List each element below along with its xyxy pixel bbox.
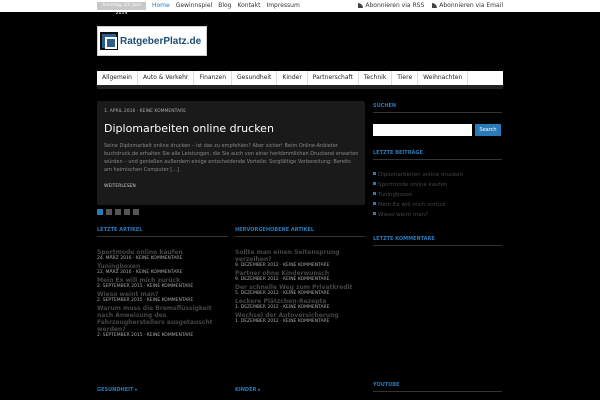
rss-icon [358,2,364,8]
topnav-kontakt[interactable]: Kontakt [237,0,260,12]
list-item: Wechsel der Autoversicherung 1. DEZEMBER… [235,312,365,324]
sidebar-post-link[interactable]: Mein Ex will mich zurück [373,202,446,208]
post-title[interactable]: Leckere Plätzchen-Rezepte [235,298,365,305]
slider-pagination [97,209,139,215]
post-meta: 2. SEPTEMBER 2015 · KEINE KOMMENTARE [97,284,194,289]
bullet-icon [373,182,376,185]
topnav-blog[interactable]: Blog [218,0,231,12]
post-title[interactable]: Tuningboxen [97,263,228,270]
post-title[interactable]: Sportmode online kaufen [97,249,228,256]
list-item: Mein Ex will mich zurück 2. SEPTEMBER 20… [97,277,228,289]
slider-dot[interactable] [133,209,139,215]
topnav-impressum[interactable]: Impressum [266,0,299,12]
post-title[interactable]: Sollte man einen Seitensprung verzeihen? [235,249,365,263]
top-bar: Sonntag, 23. Juni 2019 Home Gewinnspiel … [0,0,600,16]
list-item: Der schnelle Weg zum Privatkredit 5. DEZ… [235,284,365,296]
divider [373,391,502,392]
search-input[interactable] [373,124,472,136]
site-logo[interactable]: RatgeberPlatz.de [97,26,207,56]
list-item: Warum muss die Bremsflüssigkeit nach Anw… [97,305,228,338]
top-nav: Home Gewinnspiel Blog Kontakt Impressum [152,0,300,12]
featured-articles-heading: HERVORGEHOBENE ARTIKEL [235,227,315,233]
gesundheit-heading[interactable]: GESUNDHEIT ▸ [97,387,138,393]
post-meta: 1. DEZEMBER 2012 · KEINE KOMMENTARE [235,319,330,324]
featured-articles-list: Sollte man einen Seitensprung verzeihen?… [235,249,365,326]
sidebar-post-link[interactable]: Sportmode online kaufen [373,182,447,188]
divider [97,236,228,237]
youtube-heading: YOUTUBE [373,382,400,388]
nav-item-tiere[interactable]: Tiere [392,71,419,85]
post-meta: 2. SEPTEMBER 2015 · KEINE KOMMENTARE [97,298,194,303]
search-heading: SUCHEN [373,103,397,109]
logo-text: RatgeberPlatz.de [120,35,202,47]
post-meta: 24. MÄRZ 2016 · KEINE KOMMENTARE [97,256,183,261]
post-meta: 9. DEZEMBER 2012 · KEINE KOMMENTARE [235,277,330,282]
nav-item-auto-verkehr[interactable]: Auto & Verkehr [138,71,195,85]
rss-subscribe-link[interactable]: Abonnieren via RSS [358,0,424,12]
divider [235,236,365,237]
nav-item-technik[interactable]: Technik [359,71,393,85]
logo-icon [100,32,118,50]
divider [373,159,502,160]
feature-excerpt: Seine Diplomarbeit online drucken – ist … [104,143,359,173]
slider-dot[interactable] [115,209,121,215]
bullet-icon [373,212,376,215]
post-title[interactable]: Der schnelle Weg zum Privatkredit [235,284,365,291]
date-badge: Sonntag, 23. Juni 2019 [97,2,146,16]
latest-articles-heading: LETZTE ARTIKEL [97,227,143,233]
slider-dot[interactable] [124,209,130,215]
post-meta: 1. DEZEMBER 2012 · KEINE KOMMENTARE [235,305,330,310]
list-item: Partner ohne Kinderwunsch 9. DEZEMBER 20… [235,270,365,282]
feature-title[interactable]: Diplomarbeiten online drucken [104,122,274,135]
list-item: Sportmode online kaufen 24. MÄRZ 2016 · … [97,249,228,261]
latest-comments-heading: LETZTE KOMMENTARE [373,236,435,242]
list-item: Wieso weint man? 2. SEPTEMBER 2015 · KEI… [97,291,228,303]
kinder-heading[interactable]: KINDER ▸ [235,387,261,393]
divider [373,112,502,113]
nav-item-weihnachten[interactable]: Weihnachten [418,71,469,85]
subscribe-links: Abonnieren via RSS Abonnieren via Email [358,0,503,12]
slider-dot[interactable] [106,209,112,215]
sidebar-post-link[interactable]: Wieso weint man? [373,212,428,218]
post-title[interactable]: Mein Ex will mich zurück [97,277,228,284]
bullet-icon [373,202,376,205]
nav-item-partnerschaft[interactable]: Partnerschaft [308,71,359,85]
search-button[interactable]: Search [475,124,501,136]
list-item: Tuningboxen 22. MÄRZ 2016 · KEINE KOMMEN… [97,263,228,275]
post-title[interactable]: Wieso weint man? [97,291,228,298]
nav-item-kinder[interactable]: Kinder [277,71,308,85]
rss-icon [432,2,438,8]
post-title[interactable]: Partner ohne Kinderwunsch [235,270,365,277]
post-meta: 9. DEZEMBER 2012 · KEINE KOMMENTARE [235,263,330,268]
post-title[interactable]: Warum muss die Bremsflüssigkeit nach Anw… [97,305,228,333]
nav-item-finanzen[interactable]: Finanzen [194,71,233,85]
read-more-link[interactable]: WEITERLESEN [104,184,136,189]
bullet-icon [373,172,376,175]
post-title[interactable]: Wechsel der Autoversicherung [235,312,365,319]
slider-dot[interactable] [97,209,103,215]
nav-item-gesundheit[interactable]: Gesundheit [232,71,278,85]
bullet-icon [373,192,376,195]
email-subscribe-link[interactable]: Abonnieren via Email [432,0,503,12]
list-item: Leckere Plätzchen-Rezepte 1. DEZEMBER 20… [235,298,365,310]
feature-meta: 1. APRIL 2016 · KEINE KOMMENTARE [104,109,187,114]
main-nav: Allgemein Auto & Verkehr Finanzen Gesund… [97,71,503,89]
topnav-home[interactable]: Home [152,0,170,12]
list-item: Sollte man einen Seitensprung verzeihen?… [235,249,365,268]
divider [373,245,502,246]
latest-posts-heading: LETZTE BEITRÄGE [373,150,423,156]
topnav-gewinnspiel[interactable]: Gewinnspiel [176,0,212,12]
nav-item-allgemein[interactable]: Allgemein [97,71,138,85]
sidebar-post-link[interactable]: Diplomarbeiten online drucken [373,172,463,178]
post-meta: 2. SEPTEMBER 2015 · KEINE KOMMENTARE [97,333,194,338]
latest-articles-list: Sportmode online kaufen 24. MÄRZ 2016 · … [97,249,228,340]
post-meta: 5. DEZEMBER 2012 · KEINE KOMMENTARE [235,291,330,296]
sidebar-post-link[interactable]: Tuningboxen [373,192,413,198]
featured-slider: 1. APRIL 2016 · KEINE KOMMENTARE Diploma… [97,101,365,205]
post-meta: 22. MÄRZ 2016 · KEINE KOMMENTARE [97,270,183,275]
